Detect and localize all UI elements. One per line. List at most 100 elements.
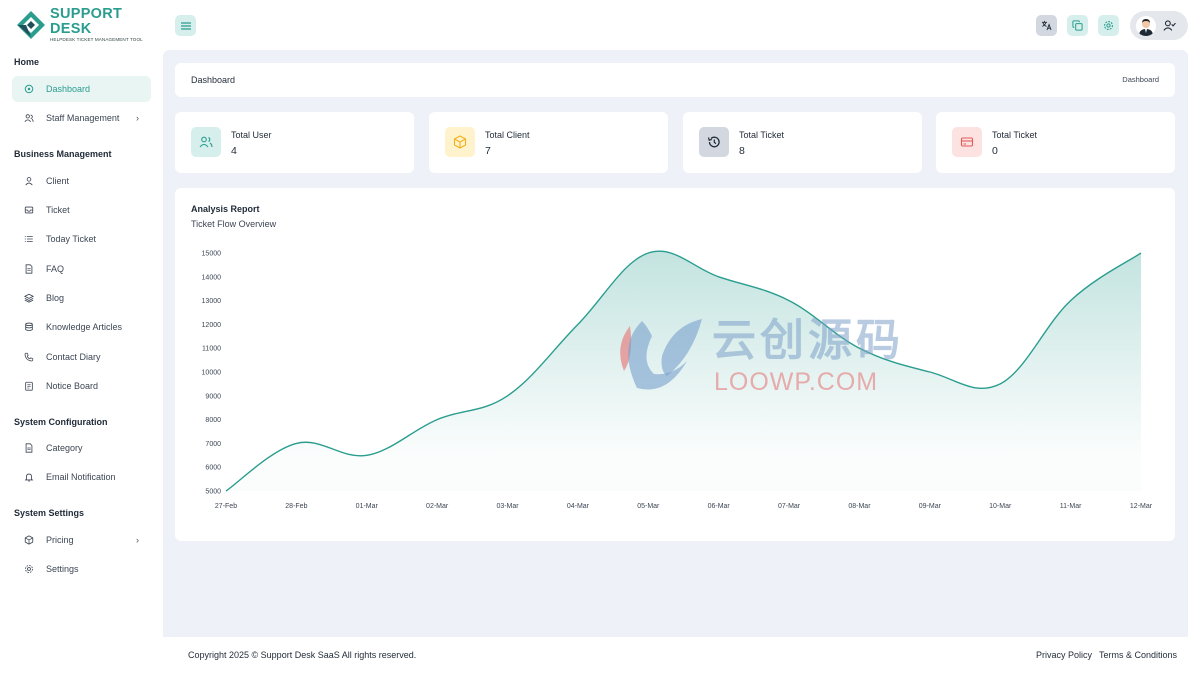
data-point[interactable] [786, 298, 792, 304]
x-tick-label: 28-Feb [285, 503, 307, 510]
history-icon [699, 127, 729, 157]
footer-copyright: Copyright 2025 © Support Desk SaaS All r… [188, 650, 417, 660]
user-menu[interactable] [1130, 11, 1188, 40]
sidebar-item-email-notification[interactable]: Email Notification [12, 464, 151, 490]
sidebar-item-label: FAQ [46, 264, 65, 274]
data-point[interactable] [505, 393, 511, 399]
x-tick-label: 11-Mar [1060, 503, 1082, 510]
copy-button[interactable] [1067, 15, 1088, 36]
sidebar-item-dashboard[interactable]: Dashboard [12, 76, 151, 102]
data-point[interactable] [575, 321, 581, 327]
ticket-flow-chart[interactable]: 15000 14000 13000 12000 11000 10000 9000 8000 70… [175, 188, 1175, 541]
sidebar-item-contact-diary[interactable]: Contact Diary [12, 344, 151, 370]
dashboard-icon [12, 84, 46, 94]
x-tick-label: 06-Mar [708, 503, 731, 510]
breadcrumb-current[interactable]: Dashboard [1122, 75, 1159, 84]
sidebar-item-client[interactable]: Client [12, 168, 151, 194]
nav-section-business: Business Management [14, 149, 112, 159]
sidebar-item-label: Email Notification [46, 472, 116, 482]
x-tick-label: 07-Mar [778, 503, 801, 510]
gear-icon [1104, 21, 1113, 30]
sidebar-item-label: Knowledge Articles [46, 322, 123, 332]
terms-conditions-link[interactable]: Terms & Conditions [1099, 650, 1177, 660]
sidebar-item-settings[interactable]: Settings [12, 556, 151, 582]
data-point[interactable] [293, 440, 299, 446]
users-icon [12, 113, 46, 123]
sidebar-toggle-button[interactable] [175, 15, 196, 36]
user-icon [12, 176, 46, 186]
nav-section-system-settings: System Settings [14, 508, 85, 518]
package-icon [12, 535, 46, 545]
y-tick-label: 9000 [205, 393, 221, 400]
sidebar-item-label: Settings [46, 564, 79, 574]
x-tick-label: 01-Mar [356, 503, 379, 510]
sidebar-item-faq[interactable]: FAQ [12, 256, 151, 282]
stat-card-total-client[interactable]: Total Client 7 [429, 112, 668, 173]
sidebar-item-label: Notice Board [46, 381, 99, 391]
list-icon [12, 234, 46, 244]
privacy-policy-link[interactable]: Privacy Policy [1036, 650, 1092, 660]
clipboard-icon [12, 381, 46, 391]
nav-section-home: Home [14, 57, 40, 67]
inbox-icon [12, 205, 46, 215]
sidebar-item-knowledge-articles[interactable]: Knowledge Articles [12, 314, 151, 340]
x-tick-label: 03-Mar [496, 503, 519, 510]
sidebar-item-ticket[interactable]: Ticket [12, 197, 151, 223]
x-tick-label: 12-Mar [1130, 503, 1153, 510]
y-tick-label: 6000 [205, 465, 221, 472]
sidebar-item-notice-board[interactable]: Notice Board [12, 373, 151, 399]
data-point[interactable] [927, 369, 933, 375]
y-tick-label: 7000 [205, 441, 221, 448]
page-title: Dashboard [191, 75, 236, 85]
stat-card-total-ticket[interactable]: Total Ticket 8 [683, 112, 922, 173]
analysis-report-card: Analysis Report Ticket Flow Overview 150… [175, 188, 1175, 541]
sidebar-item-pricing[interactable]: Pricing › [12, 527, 151, 553]
chevron-right-icon: › [136, 535, 139, 545]
data-point[interactable] [434, 417, 440, 423]
x-tick-label: 10-Mar [989, 503, 1012, 510]
translate-button[interactable] [1036, 15, 1057, 36]
sidebar-item-today-ticket[interactable]: Today Ticket [12, 226, 151, 252]
brand-logo[interactable]: SUPPORT DESK HELPDESK TICKET MANAGEMENT … [16, 7, 151, 42]
sidebar: SUPPORT DESK HELPDESK TICKET MANAGEMENT … [0, 0, 163, 675]
stat-card-total-ticket-2[interactable]: Total Ticket 0 [936, 112, 1175, 173]
data-point[interactable] [856, 345, 862, 351]
data-point[interactable] [645, 250, 651, 256]
y-tick-label: 5000 [205, 489, 221, 496]
stat-value: 4 [231, 145, 237, 157]
data-point[interactable] [364, 452, 370, 458]
stat-card-total-user[interactable]: Total User 4 [175, 112, 414, 173]
data-point[interactable] [223, 488, 229, 494]
sidebar-item-label: Ticket [46, 205, 70, 215]
stat-label: Total User [231, 130, 272, 140]
sidebar-item-label: Contact Diary [46, 352, 101, 362]
sidebar-item-label: Dashboard [46, 84, 91, 94]
users-icon [191, 127, 221, 157]
stat-value: 7 [485, 145, 491, 157]
data-point[interactable] [1138, 250, 1144, 256]
data-point[interactable] [997, 381, 1003, 387]
avatar [1136, 15, 1156, 36]
sidebar-item-category[interactable]: Category [12, 435, 151, 461]
x-tick-label: 27-Feb [215, 503, 237, 510]
box-icon [445, 127, 475, 157]
chevron-right-icon: › [136, 113, 139, 123]
stat-label: Total Ticket [739, 130, 785, 140]
settings-button[interactable] [1098, 15, 1119, 36]
file-icon [12, 443, 46, 453]
sidebar-item-staff-management[interactable]: Staff Management › [12, 105, 151, 131]
document-icon [12, 264, 46, 274]
data-point[interactable] [1068, 298, 1074, 304]
credit-card-icon [952, 127, 982, 157]
stat-value: 8 [739, 145, 745, 157]
sidebar-item-label: Pricing [46, 535, 74, 545]
x-tick-label: 09-Mar [919, 503, 942, 510]
data-point[interactable] [716, 274, 722, 280]
logo-icon [16, 10, 46, 40]
sidebar-item-label: Blog [46, 293, 65, 303]
y-tick-label: 15000 [202, 251, 222, 258]
user-check-icon [1163, 20, 1176, 31]
gear-icon [12, 564, 46, 574]
sidebar-item-blog[interactable]: Blog [12, 285, 151, 311]
phone-icon [12, 352, 46, 362]
